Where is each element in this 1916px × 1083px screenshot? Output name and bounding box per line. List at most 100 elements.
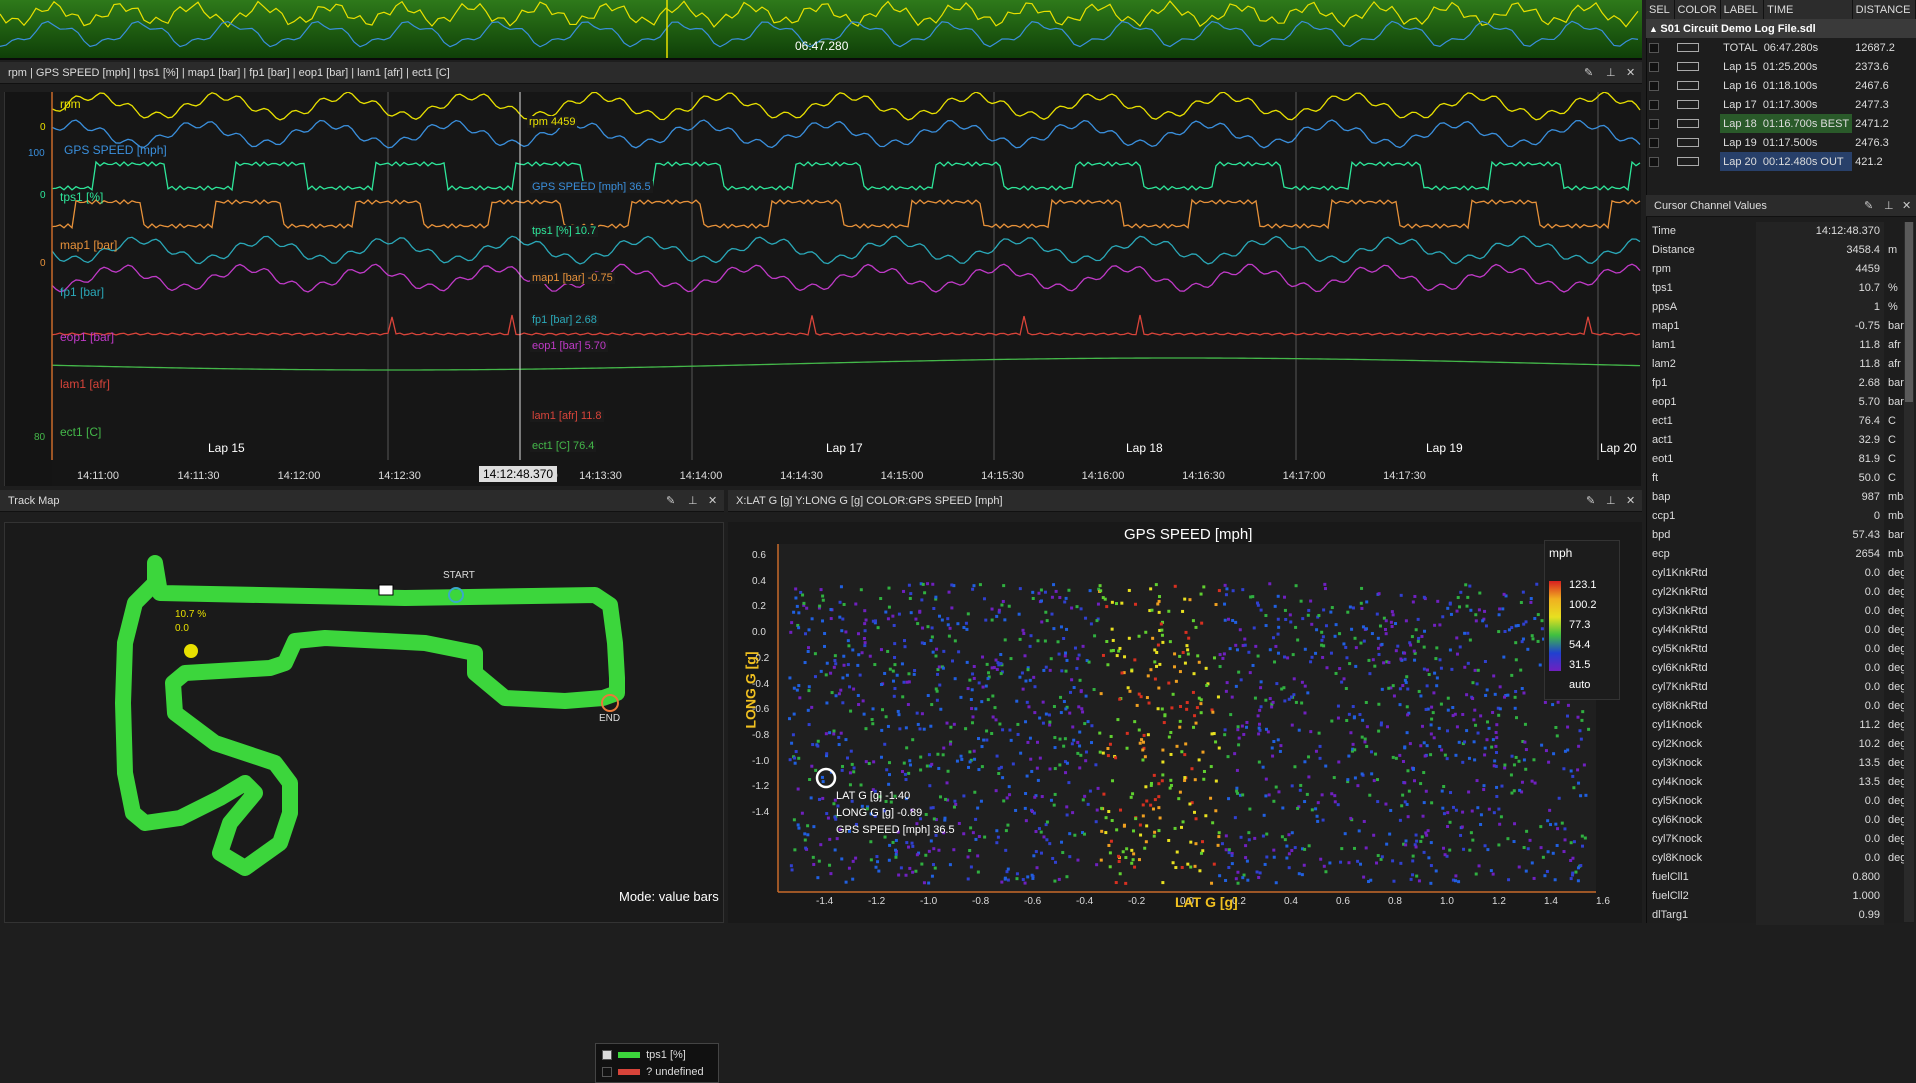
channel-value-row[interactable]: bap 987 mbar — [1646, 488, 1904, 507]
channel-value-row[interactable]: cyl7Knock 0.0 deg — [1646, 830, 1904, 849]
channel-value-row[interactable]: cyl4KnkRtd 0.0 deg — [1646, 621, 1904, 640]
channel-value-row[interactable]: lam2 11.8 afr — [1646, 355, 1904, 374]
channel-value-row[interactable]: cyl6Knock 0.0 deg — [1646, 811, 1904, 830]
channel-value-row[interactable]: cyl3Knock 13.5 deg — [1646, 754, 1904, 773]
channel-value-row[interactable]: cyl3KnkRtd 0.0 deg — [1646, 602, 1904, 621]
track-map[interactable]: tps1 [%] ? undefined START END 10.7 % 0.… — [4, 522, 724, 923]
lap-checkbox[interactable] — [1649, 81, 1659, 91]
channel-value-row[interactable]: dlTarg1 0.99 — [1646, 906, 1904, 925]
channel-value-row[interactable]: tps1 10.7 % — [1646, 279, 1904, 298]
channel-value-row[interactable]: fuelCll2 1.000 — [1646, 887, 1904, 906]
channel-value-row[interactable]: cyl8Knock 0.0 deg — [1646, 849, 1904, 868]
lap-checkbox[interactable] — [1649, 138, 1659, 148]
collapse-icon[interactable]: ▲ — [1649, 24, 1660, 34]
channel-value-row[interactable]: fp1 2.68 bar — [1646, 374, 1904, 393]
channel-label[interactable]: lam1 [afr] — [60, 377, 110, 391]
legend-item-tps1[interactable]: tps1 [%] — [602, 1049, 686, 1061]
channel-value-row[interactable]: cyl7KnkRtd 0.0 deg — [1646, 678, 1904, 697]
channel-value-row[interactable]: cyl5Knock 0.0 deg — [1646, 792, 1904, 811]
scatter-point — [834, 662, 837, 665]
channel-value-row[interactable]: fuelCll1 0.800 — [1646, 868, 1904, 887]
channel-value-row[interactable]: cyl1KnkRtd 0.0 deg — [1646, 564, 1904, 583]
overview-strip[interactable]: 06:47.280 — [0, 0, 1642, 60]
channel-value-row[interactable]: ect1 76.4 C — [1646, 412, 1904, 431]
channel-value-row[interactable]: ft 50.0 C — [1646, 469, 1904, 488]
pin-icon[interactable]: ✎ — [666, 490, 675, 512]
channel-value-row[interactable]: rpm 4459 — [1646, 260, 1904, 279]
col-label[interactable]: LABEL — [1720, 0, 1763, 19]
lap-row[interactable]: Lap 15 01:25.200s 2373.6 — [1646, 57, 1916, 76]
lap-row[interactable]: Lap 19 01:17.500s 2476.3 — [1646, 133, 1916, 152]
scatter-point — [974, 838, 977, 841]
channel-label[interactable]: fp1 [bar] — [60, 285, 104, 299]
lap-color-swatch[interactable] — [1677, 62, 1699, 71]
close-icon[interactable]: ✕ — [708, 490, 717, 512]
channel-label[interactable]: eop1 [bar] — [60, 330, 114, 344]
lap-color-swatch[interactable] — [1677, 119, 1699, 128]
channel-label[interactable]: rpm — [60, 97, 81, 111]
lap-color-swatch[interactable] — [1677, 81, 1699, 90]
checkbox[interactable] — [602, 1067, 612, 1077]
channel-value-row[interactable]: bpd 57.43 bar — [1646, 526, 1904, 545]
lap-color-swatch[interactable] — [1677, 43, 1699, 52]
channel-label[interactable]: tps1 [%] — [60, 190, 103, 204]
close-icon[interactable]: ✕ — [1626, 490, 1635, 512]
scatter-point — [1454, 754, 1457, 757]
scatter-point — [1085, 695, 1088, 698]
lap-row[interactable]: TOTAL 06:47.280s 12687.2 — [1646, 38, 1916, 57]
channel-value-row[interactable]: lam1 11.8 afr — [1646, 336, 1904, 355]
log-file-row[interactable]: ▲ S01 Circuit Demo Log File.sdl — [1646, 19, 1916, 38]
lap-checkbox[interactable] — [1649, 119, 1659, 129]
channel-value-row[interactable]: cyl2KnkRtd 0.0 deg — [1646, 583, 1904, 602]
dock-icon[interactable]: ⊥ — [1884, 195, 1894, 217]
close-icon[interactable]: ✕ — [1626, 62, 1635, 84]
channel-value-row[interactable]: eop1 5.70 bar — [1646, 393, 1904, 412]
channel-value-row[interactable]: cyl8KnkRtd 0.0 deg — [1646, 697, 1904, 716]
channel-value-row[interactable]: ecp 2654 mbar — [1646, 545, 1904, 564]
lap-color-swatch[interactable] — [1677, 138, 1699, 147]
close-icon[interactable]: ✕ — [1902, 195, 1911, 217]
col-time[interactable]: TIME — [1764, 0, 1853, 19]
lap-checkbox[interactable] — [1649, 157, 1659, 167]
col-distance[interactable]: DISTANCE — [1852, 0, 1915, 19]
dock-icon[interactable]: ⊥ — [1606, 490, 1616, 512]
pin-icon[interactable]: ✎ — [1586, 490, 1595, 512]
lap-checkbox[interactable] — [1649, 43, 1659, 53]
dock-icon[interactable]: ⊥ — [688, 490, 698, 512]
channel-value-row[interactable]: Time 14:12:48.370 — [1646, 222, 1904, 241]
lap-row[interactable]: Lap 16 01:18.100s 2467.6 — [1646, 76, 1916, 95]
lap-checkbox[interactable] — [1649, 100, 1659, 110]
col-sel[interactable]: SEL — [1646, 0, 1674, 19]
channel-value-row[interactable]: cyl1Knock 11.2 deg — [1646, 716, 1904, 735]
channel-value-row[interactable]: cyl2Knock 10.2 deg — [1646, 735, 1904, 754]
col-color[interactable]: COLOR — [1674, 0, 1720, 19]
checkbox-checked[interactable] — [602, 1050, 612, 1060]
channel-value-row[interactable]: cyl5KnkRtd 0.0 deg — [1646, 640, 1904, 659]
channel-value-row[interactable]: eot1 81.9 C — [1646, 450, 1904, 469]
scrollbar-thumb[interactable] — [1905, 222, 1913, 402]
channel-value-row[interactable]: Distance 3458.4 m — [1646, 241, 1904, 260]
dock-icon[interactable]: ⊥ — [1606, 62, 1616, 84]
scatter-point — [1074, 647, 1077, 650]
channel-label[interactable]: map1 [bar] — [60, 238, 117, 252]
scatter-point — [1130, 669, 1133, 672]
channel-value-row[interactable]: map1 -0.75 bar — [1646, 317, 1904, 336]
channel-label[interactable]: GPS SPEED [mph] — [64, 143, 167, 157]
lap-row[interactable]: Lap 17 01:17.300s 2477.3 — [1646, 95, 1916, 114]
channel-value-row[interactable]: cyl4Knock 13.5 deg — [1646, 773, 1904, 792]
pin-icon[interactable]: ✎ — [1584, 62, 1593, 84]
legend-item-undefined[interactable]: ? undefined — [602, 1066, 704, 1078]
channel-label[interactable]: ect1 [C] — [60, 425, 101, 439]
pin-icon[interactable]: ✎ — [1864, 195, 1873, 217]
lap-row[interactable]: Lap 20 00:12.480s OUT 421.2 — [1646, 152, 1916, 171]
channel-value-row[interactable]: ppsA 1 % — [1646, 298, 1904, 317]
lap-color-swatch[interactable] — [1677, 157, 1699, 166]
channel-value-row[interactable]: act1 32.9 C — [1646, 431, 1904, 450]
lap-checkbox[interactable] — [1649, 62, 1659, 72]
lap-color-swatch[interactable] — [1677, 100, 1699, 109]
channel-value-row[interactable]: cyl6KnkRtd 0.0 deg — [1646, 659, 1904, 678]
channel-value-row[interactable]: ccp1 0 mbar — [1646, 507, 1904, 526]
lap-row[interactable]: Lap 18 01:16.700s BEST 2471.2 — [1646, 114, 1916, 133]
scatter-point — [1499, 707, 1502, 710]
scatter-plot[interactable]: GPS SPEED [mph] -1.4 -1.2 -1.0 -0.8 -0.6 -0.4… — [728, 522, 1642, 923]
